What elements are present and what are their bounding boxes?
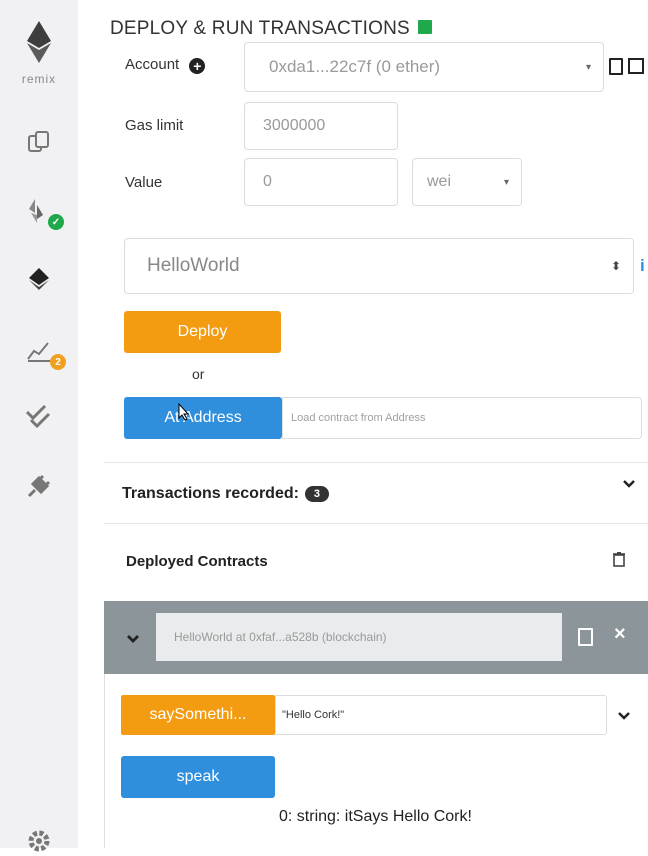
remix-logo-text: remix: [21, 72, 57, 86]
gas-limit-value: 3000000: [263, 117, 326, 134]
clear-instances-trash-icon[interactable]: [612, 551, 626, 572]
account-label-text: Account: [125, 56, 180, 73]
contract-updown-icon: ⬍: [610, 259, 621, 273]
ethereum-logo-icon: [27, 21, 51, 63]
function-expand-chevron-down-icon[interactable]: [617, 708, 631, 726]
divider: [104, 523, 648, 524]
testing-double-check-icon[interactable]: [0, 396, 78, 436]
account-caret-icon: ▾: [585, 61, 591, 73]
deployed-instance-label: HelloWorld at 0xfaf...a528b (blockchain): [174, 630, 387, 644]
value-unit-text: wei: [427, 173, 452, 190]
settings-gear-icon[interactable]: [0, 826, 78, 856]
deploy-button[interactable]: Deploy: [124, 311, 281, 353]
compile-success-check-icon: ✓: [48, 214, 64, 230]
deployed-instance-title[interactable]: HelloWorld at 0xfaf...a528b (blockchain): [156, 613, 562, 661]
transactions-count-badge: 3: [304, 485, 329, 502]
address-placeholder: Load contract from Address: [291, 412, 426, 424]
contract-address-input[interactable]: Load contract from Address: [282, 397, 642, 439]
saysomething-input-value: "Hello Cork!": [282, 709, 345, 721]
transactions-recorded-header[interactable]: Transactions recorded: 3: [122, 485, 329, 503]
divider: [104, 462, 648, 463]
add-account-plus-icon[interactable]: +: [189, 58, 206, 74]
function-speak-button[interactable]: speak: [121, 756, 275, 798]
transactions-recorded-label: Transactions recorded:: [122, 485, 299, 502]
copy-instance-address-icon[interactable]: [578, 628, 593, 646]
value-unit-select[interactable]: wei ▾: [412, 158, 522, 206]
value-amount: 0: [263, 173, 272, 190]
deploy-run-icon[interactable]: [0, 258, 78, 298]
value-label: Value: [125, 174, 163, 191]
value-input[interactable]: 0: [244, 158, 398, 206]
copy-account-icon[interactable]: [609, 58, 623, 75]
mouse-cursor-icon: [178, 402, 190, 426]
solidity-compiler-icon[interactable]: ✓: [0, 190, 78, 234]
close-instance-icon[interactable]: ×: [614, 623, 626, 646]
deployed-contracts-label: Deployed Contracts: [126, 553, 268, 570]
edit-account-icon[interactable]: [628, 58, 644, 74]
or-label: or: [192, 366, 205, 382]
panel-title-text: DEPLOY & RUN TRANSACTIONS: [110, 18, 410, 39]
analysis-chart-icon[interactable]: 2: [0, 328, 78, 372]
chevron-down-icon[interactable]: [622, 476, 636, 494]
contract-select[interactable]: HelloWorld ⬍: [124, 238, 634, 294]
deployed-instance-header: HelloWorld at 0xfaf...a528b (blockchain)…: [104, 601, 648, 674]
contract-info-icon[interactable]: i: [640, 256, 645, 276]
icon-sidebar: remix ✓ 2: [0, 0, 78, 852]
instance-chevron-down-icon[interactable]: [126, 631, 140, 649]
analysis-count-badge: 2: [50, 354, 66, 370]
function-saysomething-button[interactable]: saySomethi...: [121, 695, 275, 735]
at-address-button[interactable]: At Address: [124, 397, 282, 439]
function-result: 0: string: itSays Hello Cork!: [279, 808, 472, 825]
panel-title: DEPLOY & RUN TRANSACTIONS: [110, 18, 432, 40]
unit-caret-icon: ▾: [503, 176, 509, 188]
contract-select-value: HelloWorld: [147, 255, 240, 276]
remix-logo[interactable]: [0, 18, 78, 66]
function-saysomething-input[interactable]: "Hello Cork!": [275, 695, 607, 735]
deployed-instance-body: saySomethi... "Hello Cork!" speak 0: str…: [104, 674, 648, 848]
file-explorer-icon[interactable]: [0, 122, 78, 162]
account-label: Account +: [125, 56, 206, 74]
docs-book-icon[interactable]: [417, 19, 432, 34]
gas-limit-input[interactable]: 3000000: [244, 102, 398, 150]
account-select-value: 0xda1...22c7f (0 ether): [269, 57, 441, 76]
plugin-manager-plug-icon[interactable]: [0, 466, 78, 506]
gas-limit-label: Gas limit: [125, 117, 184, 134]
account-select[interactable]: 0xda1...22c7f (0 ether) ▾: [244, 42, 604, 92]
